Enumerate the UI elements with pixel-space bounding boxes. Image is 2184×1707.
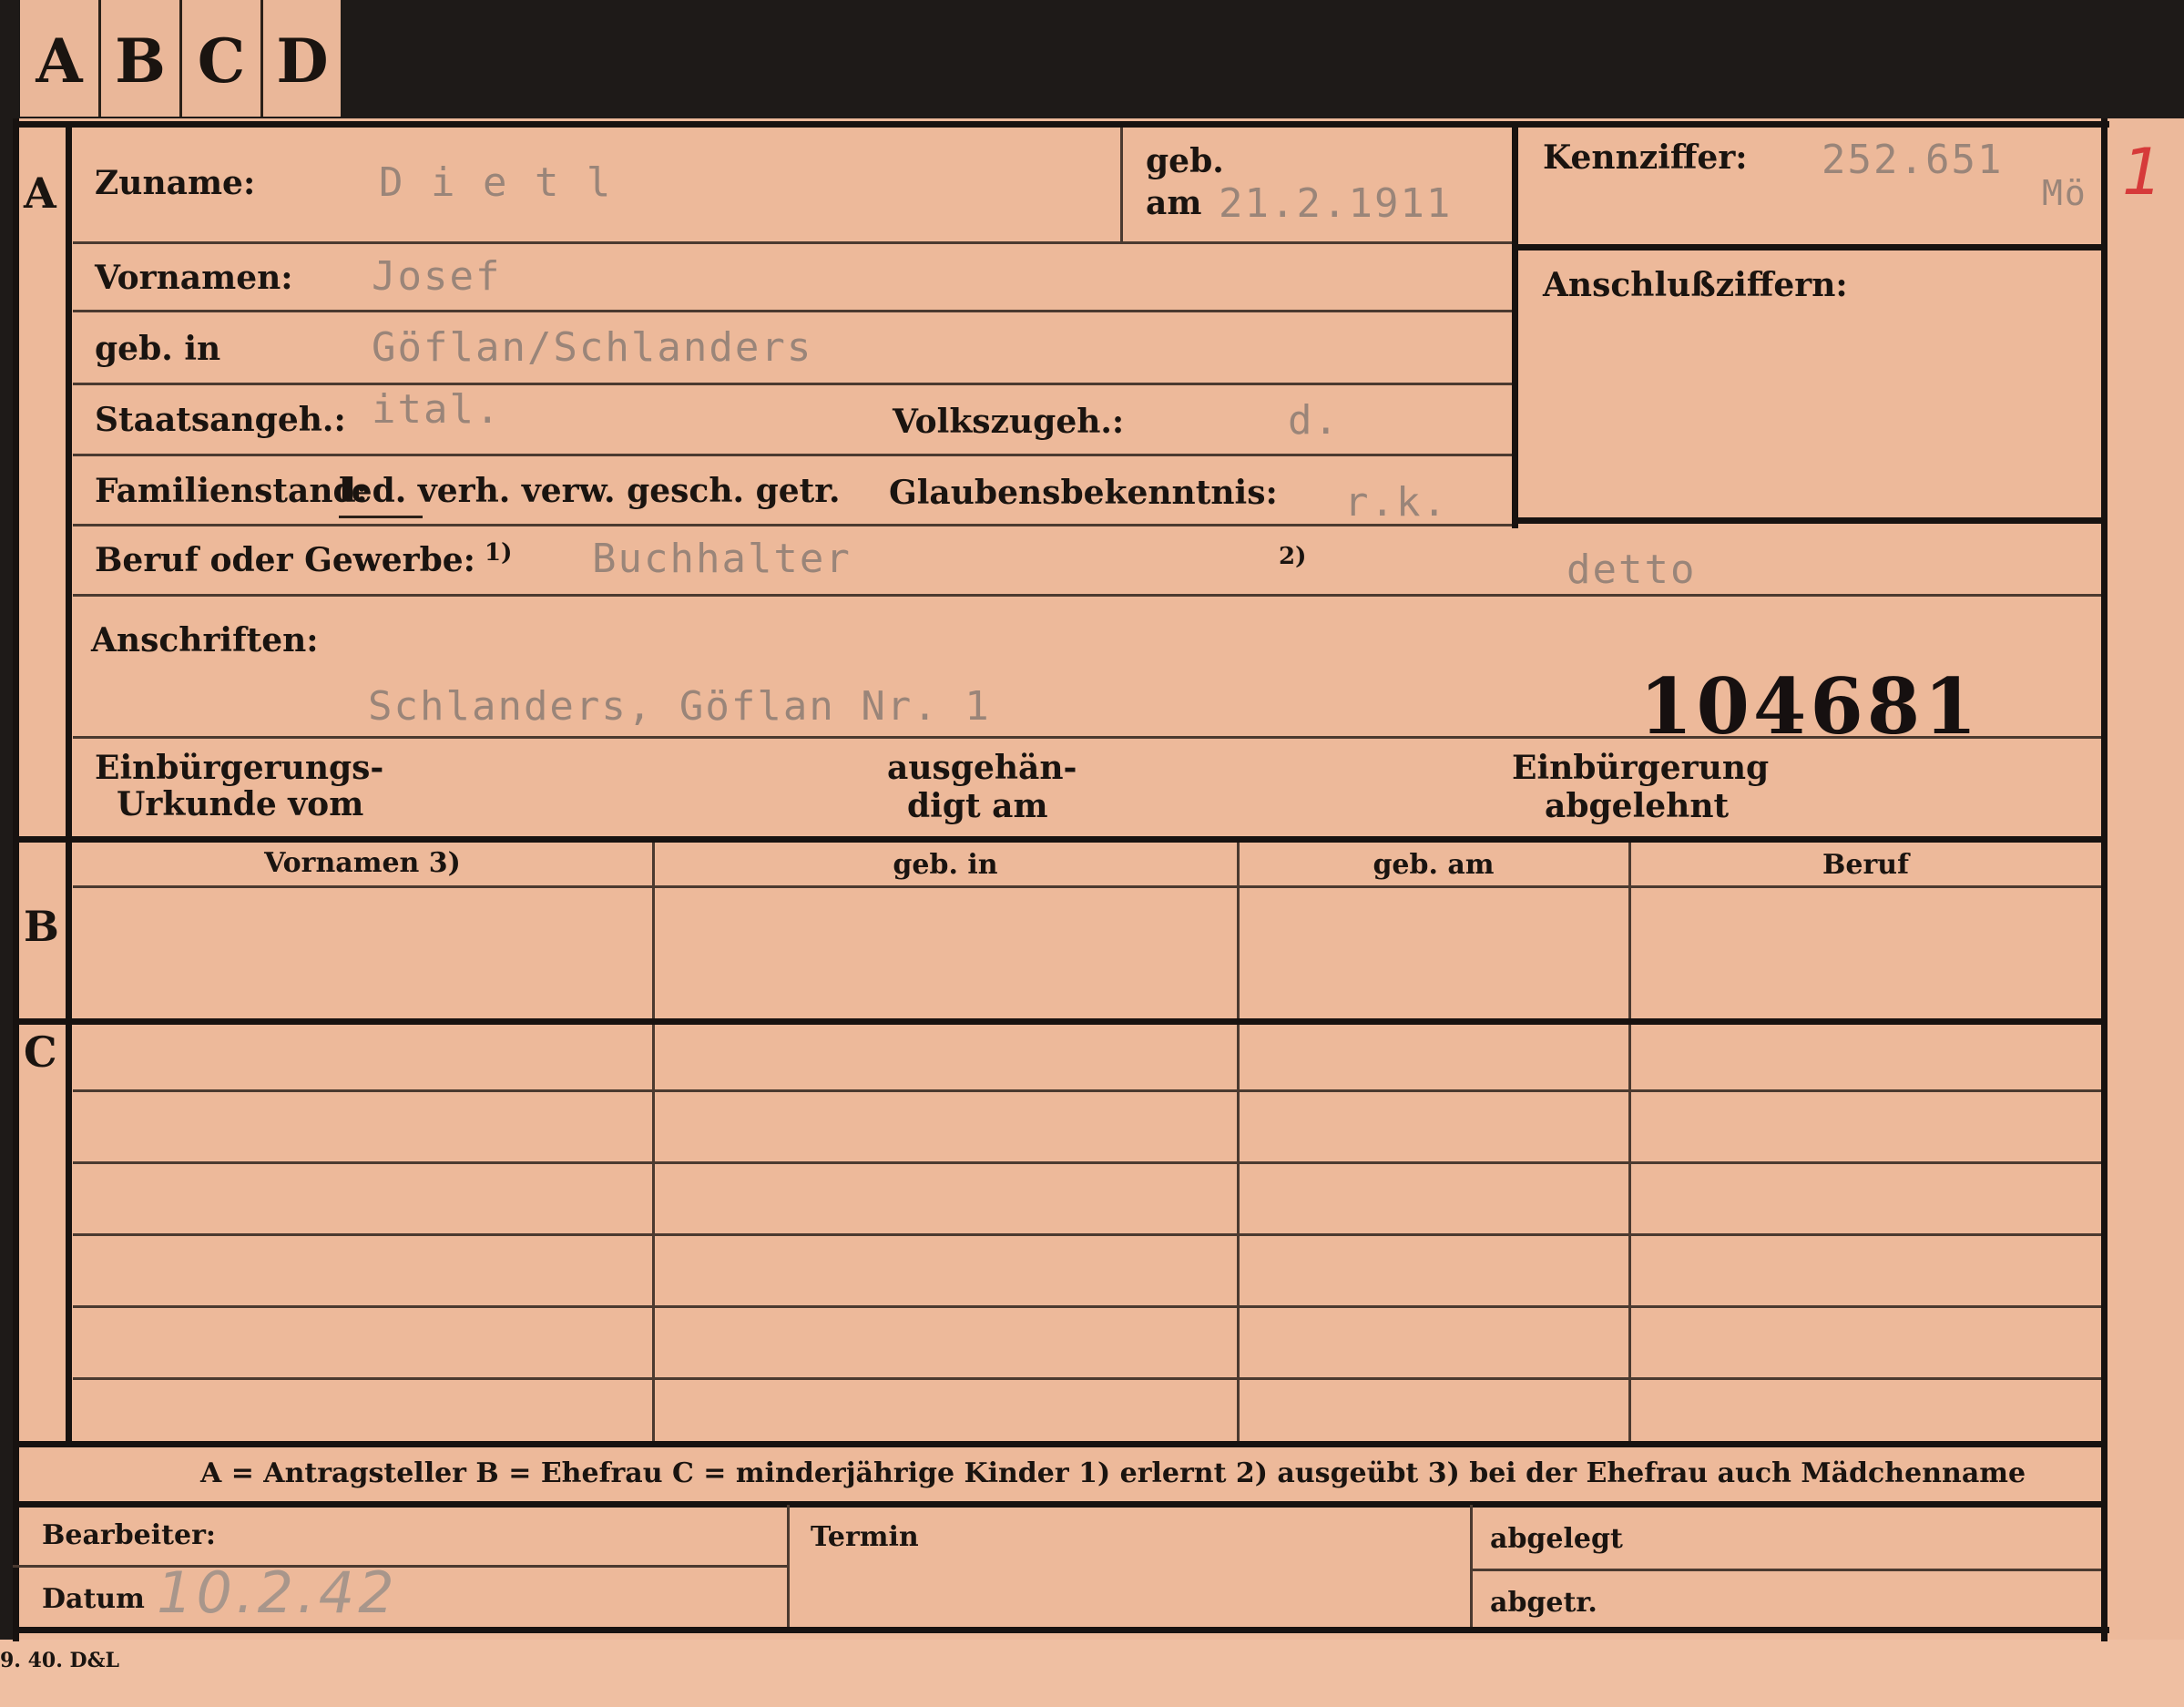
section-column-line <box>66 121 72 1442</box>
footer-divider <box>787 1505 790 1630</box>
zuname-label: Zuname: <box>95 164 256 202</box>
row-line <box>73 524 1512 526</box>
ausgehaen-label-2: digt am <box>907 787 1048 825</box>
col-header-geb-am: geb. am <box>1373 849 1495 881</box>
section-ab-divider <box>13 836 2101 843</box>
frame-left-line <box>13 118 19 1641</box>
glaubensbekenntnis-label: Glaubensbekenntnis: <box>889 474 1278 512</box>
frame-bottom-line <box>13 1627 2109 1633</box>
beruf-ausgeuebt-value[interactable]: detto <box>1567 547 1696 593</box>
footer-row-line <box>1470 1569 2101 1571</box>
einbuergerung-label-2: abgelehnt <box>1545 787 1730 825</box>
familienstand-options[interactable]: led. verh. verw. gesch. getr. <box>339 472 840 510</box>
corner-red-mark: 1 <box>2122 135 2163 210</box>
table-row <box>73 1089 2101 1092</box>
row-line <box>73 594 2101 597</box>
kennziffer-box-left <box>1512 128 1518 528</box>
legend-bottom-line <box>13 1501 2101 1508</box>
section-c-label: C <box>24 1027 57 1077</box>
geb-label: geb. <box>1146 142 1224 180</box>
section-bc-divider <box>13 1018 2101 1025</box>
vornamen-label: Vornamen: <box>95 259 293 297</box>
print-code: 9. 40. D&L <box>0 1649 119 1672</box>
footer-row-line <box>13 1565 787 1568</box>
anschrift-value[interactable]: Schlanders, Göflan Nr. 1 <box>368 683 991 730</box>
volkszugeh-label: Volkszugeh.: <box>893 403 1125 441</box>
col-header-geb-in: geb. in <box>893 849 998 881</box>
row-line <box>73 241 1512 244</box>
row-line <box>73 454 1512 456</box>
bottom-paper-strip <box>0 1640 2184 1707</box>
zuname-value[interactable]: D i e t l <box>379 159 612 206</box>
kennziffer-suffix: Mö <box>2042 173 2087 213</box>
row-line <box>73 310 1512 312</box>
table-row <box>73 1161 2101 1164</box>
section-b-label: B <box>24 902 59 951</box>
tab-a[interactable]: A <box>20 0 101 117</box>
beruf-label: Beruf oder Gewerbe: <box>95 541 475 579</box>
table-row <box>73 1305 2101 1308</box>
table-header-line <box>73 885 2101 888</box>
table-row <box>73 1377 2101 1380</box>
einbuergerung-label-1: Einbürgerung <box>1512 749 1770 787</box>
familienstand-label: Familienstand: <box>95 472 368 510</box>
tab-d[interactable]: D <box>263 0 342 117</box>
abgetr-label: abgetr. <box>1490 1587 1597 1619</box>
kennziffer-label: Kennziffer: <box>1543 138 1748 177</box>
am-label: am <box>1146 184 1202 222</box>
vornamen-value[interactable]: Josef <box>372 253 501 300</box>
staatsangeh-value[interactable]: ital. <box>372 386 501 433</box>
beruf-erlernt-value[interactable]: Buchhalter <box>592 536 852 582</box>
frame-right-line <box>2101 118 2107 1641</box>
row-line <box>73 383 1512 385</box>
bearbeiter-label: Bearbeiter: <box>42 1519 216 1551</box>
familienstand-underline <box>339 516 423 518</box>
table-col-divider <box>1237 843 1240 1444</box>
geb-am-value[interactable]: 21.2.1911 <box>1219 180 1452 227</box>
einbuergerungs-label-2: Urkunde vom <box>117 785 364 823</box>
card-edge-strip <box>2117 118 2184 1641</box>
legend-text: A = Antragsteller B = Ehefrau C = minder… <box>200 1457 2026 1489</box>
legend-top-line <box>13 1441 2101 1447</box>
stamp-number: 104681 <box>1639 661 1981 751</box>
col-header-vornamen: Vornamen 3) <box>264 847 461 879</box>
footer-divider <box>1470 1505 1473 1630</box>
section-a-label: A <box>24 169 56 218</box>
geb-in-value[interactable]: Göflan/Schlanders <box>372 324 812 371</box>
anschriften-label: Anschriften: <box>91 621 319 659</box>
table-col-divider <box>1628 843 1631 1444</box>
termin-label: Termin <box>811 1521 919 1553</box>
abgelegt-label: abgelegt <box>1490 1523 1623 1555</box>
tab-strip: A B C D <box>20 0 341 117</box>
col-header-beruf: Beruf <box>1822 849 1909 881</box>
kennziffer-box-divider <box>1516 244 2101 250</box>
geb-in-label: geb. in <box>95 330 221 368</box>
tab-b[interactable]: B <box>101 0 182 117</box>
table-col-divider <box>652 843 655 1444</box>
zuname-divider <box>1120 128 1123 241</box>
kennziffer-value[interactable]: 252.651 <box>1822 137 2003 183</box>
anschluss-box-bottom <box>1516 517 2101 524</box>
ausgehaen-label-1: ausgehän- <box>887 749 1077 787</box>
einbuergerungs-label-1: Einbürgerungs- <box>95 749 384 787</box>
volkszugeh-value[interactable]: d. <box>1288 397 1340 444</box>
beruf-footnote-2: 2) <box>1279 543 1307 570</box>
table-row <box>73 1233 2101 1236</box>
datum-value[interactable]: 10.2.42 <box>157 1559 398 1626</box>
frame-top-line <box>13 121 2109 128</box>
staatsangeh-label: Staatsangeh.: <box>95 401 346 439</box>
datum-label: Datum <box>42 1583 145 1615</box>
anschlussziffern-label: Anschlußziffern: <box>1543 266 1848 304</box>
beruf-footnote-1: 1) <box>485 539 513 567</box>
tab-c[interactable]: C <box>182 0 263 117</box>
glaubensbekenntnis-value[interactable]: r.k. <box>1344 479 1448 526</box>
